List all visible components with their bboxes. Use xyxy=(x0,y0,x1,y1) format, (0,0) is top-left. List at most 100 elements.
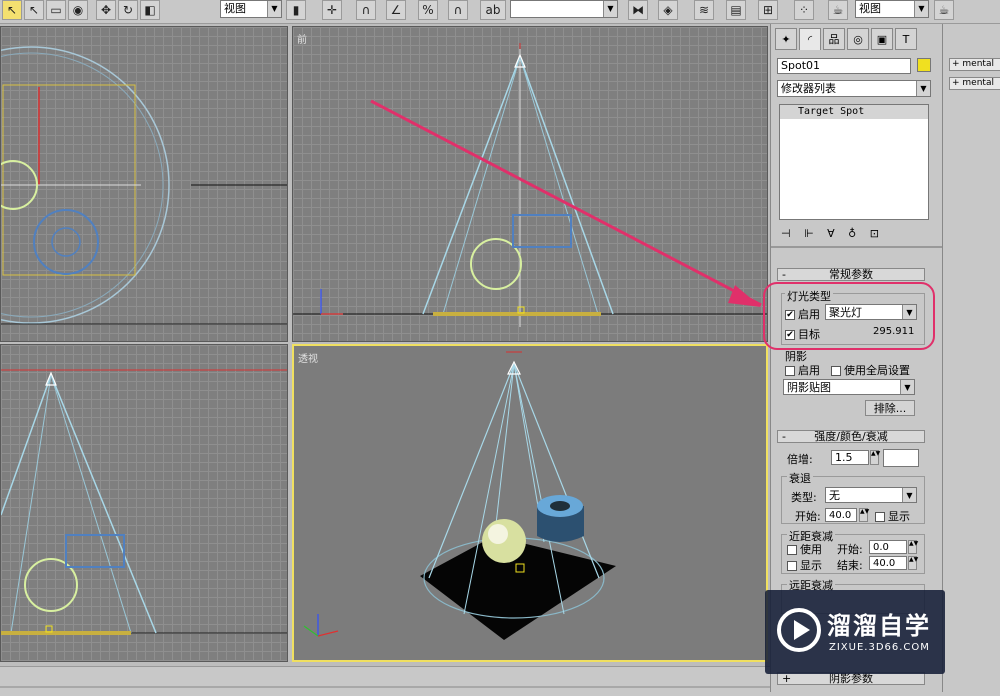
near-end-spinner[interactable]: ▲▼ xyxy=(908,556,918,570)
utilities-tab-icon[interactable]: T xyxy=(895,28,917,50)
spinner-snap-icon[interactable]: ∩ xyxy=(448,0,468,20)
motion-tab-icon[interactable]: ◎ xyxy=(847,28,869,50)
highlight-annotation xyxy=(763,282,935,350)
watermark-badge: 溜溜自学 ZIXUE.3D66.COM xyxy=(765,590,945,674)
viewport-top[interactable] xyxy=(0,26,288,342)
exclude-button[interactable]: 排除... xyxy=(865,400,915,416)
decay-group-label: 衰退 xyxy=(787,470,813,486)
object-name-field[interactable]: Spot01 xyxy=(777,58,911,74)
material-editor-icon[interactable]: ⁘ xyxy=(794,0,814,20)
render-view-dropdown[interactable]: 视图 ▼ xyxy=(855,0,929,18)
perspective-scene xyxy=(303,351,616,640)
percent-snap-icon[interactable]: % xyxy=(418,0,438,20)
multiplier-spinner[interactable]: ▲▼ xyxy=(870,450,880,465)
align-icon[interactable]: ◈ xyxy=(658,0,678,20)
pivot-icon[interactable]: ▮ xyxy=(286,0,306,20)
chevron-down-icon: ▼ xyxy=(914,1,928,17)
near-start-spinner[interactable]: ▲▼ xyxy=(908,540,918,554)
timeline-bar[interactable] xyxy=(0,666,770,692)
decay-show-label: 显示 xyxy=(888,510,910,523)
use-global-label: 使用全局设置 xyxy=(844,364,910,377)
general-params-rollout[interactable]: - 常规参数 xyxy=(777,268,925,281)
manipulate-icon[interactable]: ✛ xyxy=(322,0,342,20)
multiplier-label: 倍增: xyxy=(787,453,813,466)
display-tab-icon[interactable]: ▣ xyxy=(871,28,893,50)
schematic-icon[interactable]: ⊞ xyxy=(758,0,778,20)
hierarchy-tab-icon[interactable]: 品 xyxy=(823,28,845,50)
chevron-down-icon: ▼ xyxy=(902,488,916,502)
viewport-left[interactable] xyxy=(0,344,288,662)
near-end-field[interactable]: 40.0 xyxy=(869,556,907,570)
checkbox-empty-icon xyxy=(831,366,841,376)
render-teapot-icon[interactable]: ☕ xyxy=(934,0,954,20)
secondary-panel: + mental + mental xyxy=(942,24,1000,692)
shadow-on-checkbox[interactable]: 启用 xyxy=(785,362,820,378)
rotate-icon[interactable]: ↻ xyxy=(118,0,138,20)
checkbox-empty-icon xyxy=(875,512,885,522)
mirror-icon[interactable]: ⧓ xyxy=(628,0,648,20)
decay-start-field[interactable]: 40.0 xyxy=(825,508,857,522)
near-show-label: 显示 xyxy=(800,559,822,572)
near-start-label: 开始: xyxy=(837,543,863,556)
mental-ray-rollout-1[interactable]: + mental xyxy=(949,58,1000,71)
viewport-front[interactable]: 前 xyxy=(292,26,768,342)
modifier-list-dropdown[interactable]: 修改器列表 ▼ xyxy=(777,80,931,97)
multiplier-field[interactable]: 1.5 xyxy=(831,450,869,465)
move-icon[interactable]: ✥ xyxy=(96,0,116,20)
top-view-scene xyxy=(1,46,287,325)
modifier-stack: Target Spot xyxy=(779,104,929,220)
near-start-value: 0.0 xyxy=(873,542,889,553)
decay-show-checkbox[interactable]: 显示 xyxy=(875,508,910,524)
viewport-perspective[interactable]: 透视 xyxy=(292,344,768,662)
named-selection-icon[interactable]: ab xyxy=(480,0,506,20)
shadow-type-value: 阴影贴图 xyxy=(787,381,831,394)
near-use-checkbox[interactable]: 使用 xyxy=(787,541,822,557)
light-color-swatch[interactable] xyxy=(883,449,919,467)
named-selection-dropdown[interactable]: ▼ xyxy=(510,0,618,18)
shadow-on-label: 启用 xyxy=(798,364,820,377)
select-region-icon[interactable]: ▭ xyxy=(46,0,66,20)
select-arrow-icon[interactable]: ↖ xyxy=(2,0,22,20)
decay-type-dropdown[interactable]: 无 ▼ xyxy=(825,487,917,503)
divider xyxy=(771,246,943,248)
intensity-rollout[interactable]: - 强度/颜色/衰减 xyxy=(777,430,925,443)
intensity-title: 强度/颜色/衰减 xyxy=(814,430,888,443)
near-start-field[interactable]: 0.0 xyxy=(869,540,907,554)
object-color-swatch[interactable] xyxy=(917,58,931,72)
shadow-type-dropdown[interactable]: 阴影贴图 ▼ xyxy=(783,379,915,395)
angle-snap-icon[interactable]: ∠ xyxy=(386,0,406,20)
render-view-value: 视图 xyxy=(859,2,881,15)
mental-ray-rollout-2[interactable]: + mental xyxy=(949,77,1000,90)
modifier-stack-item[interactable]: Target Spot xyxy=(780,105,928,119)
layers-icon[interactable]: ≋ xyxy=(694,0,714,20)
timeline-ticks xyxy=(0,686,770,688)
scale-icon[interactable]: ◧ xyxy=(140,0,160,20)
curve-editor-icon[interactable]: ▤ xyxy=(726,0,746,20)
viewport-area: 前 透视 xyxy=(0,24,770,666)
select-cursor-icon[interactable]: ↖ xyxy=(24,0,44,20)
view-select-value: 视图 xyxy=(224,2,246,15)
decay-type-value: 无 xyxy=(829,489,840,502)
left-view-scene xyxy=(1,369,287,635)
front-view-scene xyxy=(293,43,767,327)
general-params-title: 常规参数 xyxy=(829,268,873,281)
decay-start-spinner[interactable]: ▲▼ xyxy=(859,508,869,522)
decay-start-label: 开始: xyxy=(795,510,821,523)
create-tab-icon[interactable]: ✦ xyxy=(775,28,797,50)
play-logo-icon xyxy=(777,608,821,652)
multiplier-value: 1.5 xyxy=(835,451,853,464)
near-use-label: 使用 xyxy=(800,543,822,556)
chevron-down-icon: ▼ xyxy=(900,380,914,394)
near-show-checkbox[interactable]: 显示 xyxy=(787,557,822,573)
decay-start-value: 40.0 xyxy=(829,510,852,521)
render-scene-icon[interactable]: ☕ xyxy=(828,0,848,20)
watermark-title: 溜溜自学 xyxy=(827,612,931,640)
modify-tab-icon[interactable]: ◜ xyxy=(799,28,821,50)
select-circle-icon[interactable]: ◉ xyxy=(68,0,88,20)
snap-icon[interactable]: ∩ xyxy=(356,0,376,20)
use-global-checkbox[interactable]: 使用全局设置 xyxy=(831,362,910,378)
object-name-value: Spot01 xyxy=(781,59,821,72)
stack-tools-icons[interactable]: ⊣ ⊩ ∀ ♁ ⊡ xyxy=(781,227,931,240)
checkbox-empty-icon xyxy=(787,561,797,571)
view-select-dropdown[interactable]: 视图 ▼ xyxy=(220,0,282,18)
